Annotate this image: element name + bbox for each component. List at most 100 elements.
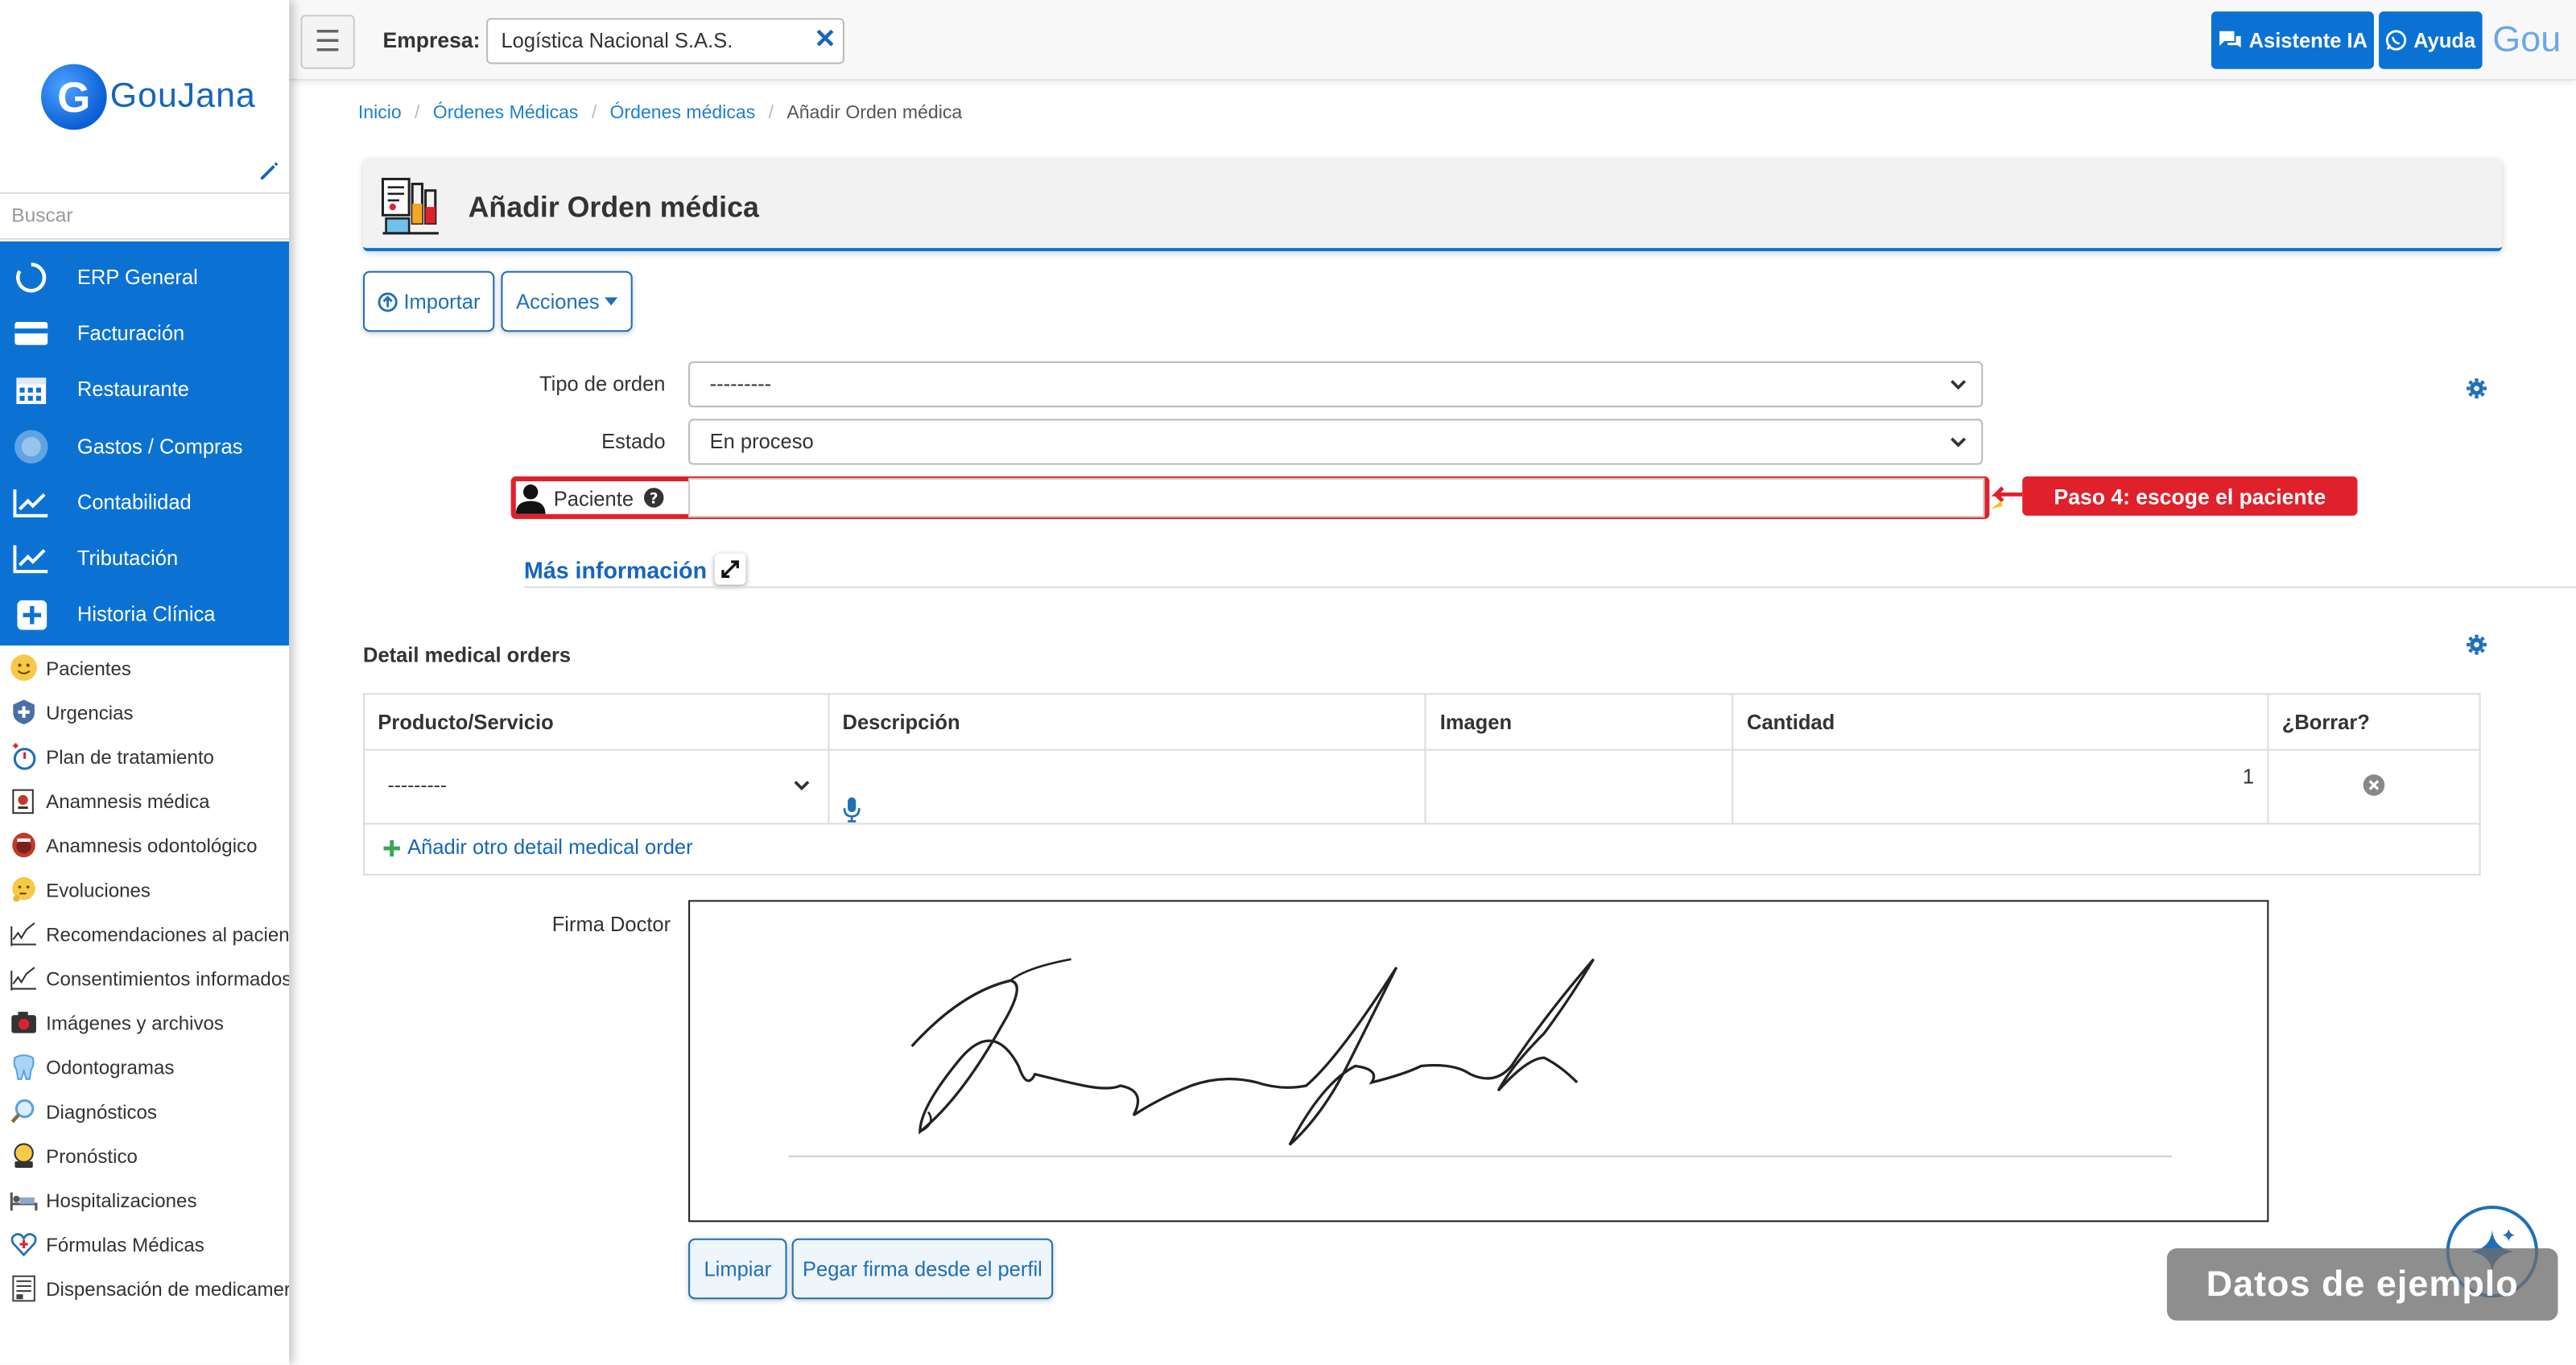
sidebar-item-label: Tributación: [76, 546, 179, 571]
paciente-input[interactable]: [688, 477, 1985, 518]
sidebar-item-pronostico[interactable]: Pronóstico: [0, 1133, 289, 1177]
sidebar-item-tributacion[interactable]: Tributación: [0, 530, 289, 586]
sidebar-item-hospitalizaciones[interactable]: Hospitalizaciones: [0, 1177, 289, 1222]
column-header: Descripción: [828, 693, 1427, 751]
sidebar-item-contabilidad[interactable]: Contabilidad: [0, 475, 289, 530]
line-chart-icon: [13, 485, 49, 521]
user-icon: [515, 485, 546, 514]
sidebar-item-evoluciones[interactable]: Evoluciones: [0, 868, 289, 912]
sidebar-item-label: Diagnósticos: [46, 1099, 157, 1123]
sidebar-item-formulas-medicas[interactable]: Fórmulas Médicas: [0, 1222, 289, 1266]
sidebar-item-label: Historia Clínica: [76, 602, 216, 626]
estado-value: En proceso: [709, 430, 814, 454]
sidebar-item-label: Urgencias: [46, 700, 134, 724]
hospital-bed-icon: [8, 1185, 38, 1214]
tipo-orden-select[interactable]: ---------: [688, 361, 1984, 408]
emergency-icon: [8, 697, 38, 727]
help-button[interactable]: Ayuda: [2379, 11, 2483, 69]
add-detail-label: Añadir otro detail medical order: [407, 835, 693, 860]
sidebar-item-recomendaciones[interactable]: Recomendaciones al pacien: [0, 912, 289, 956]
estado-select[interactable]: En proceso: [688, 419, 1984, 465]
empresa-select[interactable]: Logística Nacional S.A.S. ✕: [486, 18, 844, 64]
sidebar-item-urgencias[interactable]: Urgencias: [0, 690, 289, 734]
actions-label: Acciones: [516, 290, 600, 313]
expand-button[interactable]: [714, 553, 746, 585]
cantidad-cell[interactable]: 1: [1732, 748, 2269, 825]
sidebar-item-anamnesis-medica[interactable]: Anamnesis médica: [0, 778, 289, 823]
signature-drawing: [788, 958, 2172, 1157]
mouth-icon: [8, 831, 38, 860]
clear-signature-button[interactable]: Limpiar: [688, 1238, 787, 1300]
signature-icon: [8, 919, 38, 949]
sidebar-item-label: Fórmulas Médicas: [46, 1232, 204, 1256]
estado-label: Estado: [601, 430, 666, 454]
medical-order-icon: [381, 177, 439, 235]
sidebar-item-label: Pacientes: [46, 656, 131, 679]
sidebar-item-gastos-compras[interactable]: Gastos / Compras: [0, 419, 289, 474]
table-header-row: Producto/Servicio Descripción Imagen Can…: [363, 693, 2481, 751]
cantidad-value: 1: [2242, 765, 2255, 789]
sidebar-item-label: Facturación: [76, 321, 185, 345]
app-logo[interactable]: G GouJana: [41, 63, 256, 132]
sidebar-item-odontogramas[interactable]: Odontogramas: [0, 1045, 289, 1089]
module-menu: ERP General Facturación Restaurante Gast…: [0, 241, 290, 646]
signature-pad[interactable]: [688, 900, 2269, 1223]
add-detail-link[interactable]: Añadir otro detail medical order: [383, 835, 693, 860]
hamburger-menu-button[interactable]: ☰: [300, 14, 355, 69]
logo-text: GouJana: [109, 76, 256, 115]
user-avatar[interactable]: Gou: [2489, 8, 2565, 71]
page-title: Añadir Orden médica: [468, 190, 759, 224]
column-header: Producto/Servicio: [363, 693, 830, 751]
clear-signature-label: Limpiar: [704, 1257, 772, 1280]
sidebar-item-imagenes-archivos[interactable]: Imágenes y archivos: [0, 1000, 289, 1045]
sidebar-item-anamnesis-odontologico[interactable]: Anamnesis odontológico: [0, 823, 289, 867]
sidebar-item-historia-clinica[interactable]: Historia Clínica: [0, 587, 289, 642]
plus-square-icon: [13, 596, 49, 633]
actions-dropdown-button[interactable]: Acciones: [501, 270, 633, 332]
gear-icon[interactable]: [2466, 634, 2487, 656]
descripcion-cell[interactable]: [828, 748, 1427, 825]
sidebar-item-erp-general[interactable]: ERP General: [0, 249, 289, 305]
sidebar-item-diagnosticos[interactable]: Diagnósticos: [0, 1089, 289, 1133]
page-header: Añadir Orden médica: [363, 159, 2503, 252]
heart-pulse-icon: [8, 1230, 38, 1260]
sidebar-item-label: Restaurante: [76, 377, 189, 401]
producto-cell: ---------: [363, 748, 830, 825]
sidebar-item-label: Evoluciones: [46, 877, 151, 901]
sidebar-item-dispensacion[interactable]: Dispensación de medicamer: [0, 1266, 289, 1310]
import-button[interactable]: Importar: [363, 270, 495, 332]
add-row-container: Añadir otro detail medical order: [363, 821, 2481, 876]
sidebar-item-label: Recomendaciones al pacien: [46, 922, 290, 946]
producto-select[interactable]: ---------: [378, 764, 814, 810]
imagen-cell[interactable]: [1425, 748, 1734, 825]
pencil-icon[interactable]: [258, 159, 281, 183]
chevron-down-icon: [1951, 437, 1967, 447]
microphone-icon[interactable]: [843, 797, 861, 823]
sidebar-item-label: Consentimientos informados: [46, 967, 290, 990]
fortune-teller-icon: [8, 1140, 38, 1170]
sidebar-item-label: Anamnesis odontológico: [46, 833, 258, 857]
sidebar-item-plan-tratamiento[interactable]: Plan de tratamiento: [0, 734, 289, 778]
clipboard-icon: [8, 786, 38, 816]
paste-signature-button[interactable]: Pegar firma desde el perfil: [791, 1238, 1054, 1300]
sidebar-item-facturacion[interactable]: Facturación: [0, 306, 289, 361]
breadcrumb-link-ordenes-medicas-list[interactable]: Órdenes médicas: [610, 104, 756, 123]
delete-x-icon[interactable]: [2363, 773, 2386, 797]
column-header: Cantidad: [1732, 693, 2269, 751]
mas-informacion-link[interactable]: Más información: [524, 557, 707, 584]
sidebar-item-pacientes[interactable]: Pacientes: [0, 645, 289, 690]
comments-icon: [2219, 31, 2241, 48]
clear-icon[interactable]: ✕: [814, 27, 836, 56]
tipo-orden-label: Tipo de orden: [539, 373, 666, 396]
assistant-ia-button[interactable]: Asistente IA: [2211, 11, 2374, 69]
tooth-icon: [8, 1052, 38, 1082]
column-header: Imagen: [1425, 693, 1734, 751]
question-circle-icon[interactable]: ?: [643, 488, 664, 508]
sidebar-item-consentimientos[interactable]: Consentimientos informados: [0, 956, 289, 1000]
breadcrumb: Inicio / Órdenes Médicas / Órdenes médicas / A…: [357, 103, 963, 124]
sidebar-search-input[interactable]: Buscar: [0, 192, 290, 240]
gear-icon[interactable]: [2466, 377, 2487, 399]
sidebar-item-restaurante[interactable]: Restaurante: [0, 361, 289, 417]
breadcrumb-link-inicio[interactable]: Inicio: [358, 104, 402, 123]
breadcrumb-link-ordenes-medicas[interactable]: Órdenes Médicas: [433, 104, 579, 123]
